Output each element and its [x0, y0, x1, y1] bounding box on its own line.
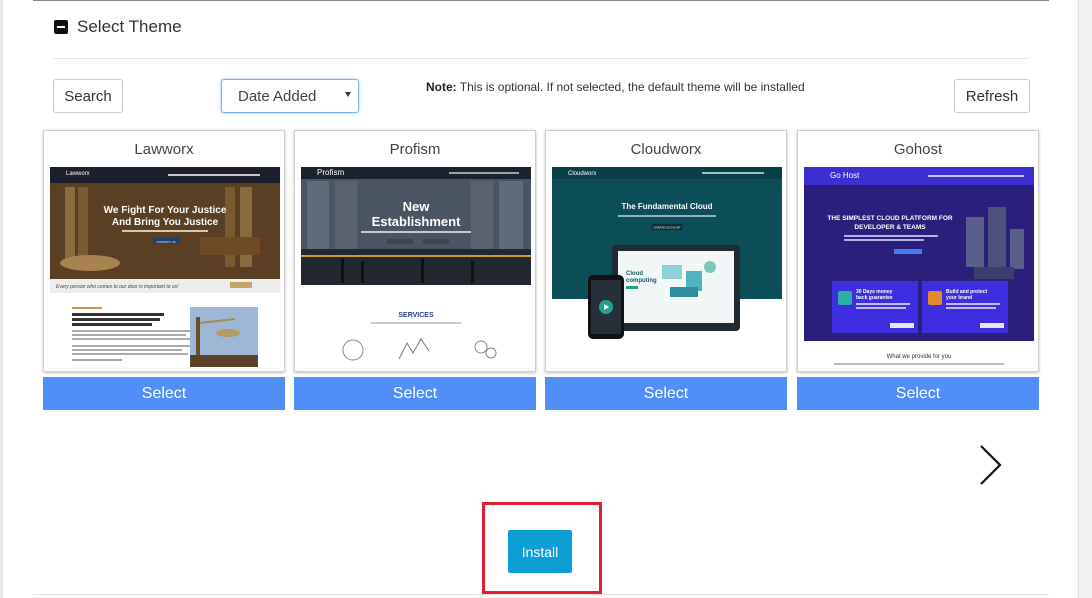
theme-name: Profism [389, 141, 441, 158]
gohost-box2-2: your brand [946, 295, 972, 301]
gohost-footer: What we provide for you [887, 354, 952, 360]
title-divider [53, 58, 1030, 59]
cloudworx-brand: Cloudworx [568, 171, 596, 177]
cloudworx-cta: CREATE ACCOUNT [653, 226, 681, 230]
theme-name: Cloudworx [630, 141, 702, 158]
lawworx-hero-1: We Fight For Your Justice [104, 205, 227, 216]
theme-card-lawworx[interactable]: Lawworx Lawworx We Fight For Your Justic… [43, 130, 285, 372]
theme-preview-profism[interactable]: Profism New Establishment SERVICES [301, 167, 531, 368]
select-button-lawworx[interactable]: Select [43, 377, 285, 410]
profism-hero-1: New [403, 199, 431, 214]
select-button-gohost[interactable]: Select [797, 377, 1039, 410]
theme-name: Lawworx [134, 141, 194, 158]
section-header[interactable]: Select Theme [54, 17, 182, 37]
select-button-profism[interactable]: Select [294, 377, 536, 410]
left-frame-edge [0, 0, 3, 598]
gohost-hero-1: THE SIMPLEST CLOUD PLATFORM FOR [827, 215, 952, 222]
theme-card-cloudworx[interactable]: Cloudworx Cloudworx The Fundamental Clou… [545, 130, 787, 372]
select-button-cloudworx[interactable]: Select [545, 377, 787, 410]
install-button[interactable]: Install [508, 530, 572, 573]
gohost-box1-2: back guarantee [856, 295, 893, 301]
gohost-brand: Go Host [830, 171, 860, 180]
profism-hero-2: Establishment [372, 214, 462, 229]
note-text: This is optional. If not selected, the d… [456, 80, 805, 94]
cloudworx-hero: The Fundamental Cloud [621, 202, 712, 211]
collapse-icon[interactable] [54, 20, 68, 34]
optional-note: Note: This is optional. If not selected,… [426, 80, 805, 94]
theme-preview-gohost[interactable]: Go Host THE SIMPLEST CLOUD PLATFORM FOR … [804, 167, 1034, 368]
theme-card-gohost[interactable]: Gohost Go Host THE SIMPLEST CLOUD PLATFO… [797, 130, 1039, 372]
theme-name: Gohost [893, 141, 943, 158]
chevron-right-icon[interactable] [978, 444, 1004, 486]
profism-brand: Profism [317, 168, 344, 177]
lawworx-hero-2: And Bring You Justice [112, 217, 219, 228]
lawworx-brand: Lawworx [66, 171, 90, 177]
theme-card-profism[interactable]: Profism Profism New Establishment SERVIC… [294, 130, 536, 372]
search-button[interactable]: Search [53, 79, 123, 113]
sort-select[interactable]: Date Added [221, 79, 359, 113]
cloudworx-device-2: computing [626, 278, 657, 284]
lawworx-banner: Every person who comes to our door is im… [56, 284, 179, 290]
lawworx-cta: CONTACT US [156, 240, 175, 244]
theme-preview-lawworx[interactable]: Lawworx We Fight For Your Justice And Br… [50, 167, 280, 368]
cloudworx-device-1: Cloud [626, 271, 643, 277]
profism-section-title: SERVICES [398, 312, 434, 319]
bottom-divider [33, 594, 1049, 595]
note-label: Note: [426, 80, 457, 94]
gohost-hero-2: DEVELOPER & TEAMS [854, 224, 926, 231]
top-divider [33, 0, 1049, 1]
sort-select-value: Date Added [238, 87, 317, 105]
section-title: Select Theme [77, 17, 182, 36]
caret-down-icon [345, 92, 351, 97]
refresh-button[interactable]: Refresh [954, 79, 1030, 113]
right-scrollbar-track[interactable] [1078, 0, 1092, 598]
theme-preview-cloudworx[interactable]: Cloudworx The Fundamental Cloud CREATE A… [552, 167, 782, 368]
